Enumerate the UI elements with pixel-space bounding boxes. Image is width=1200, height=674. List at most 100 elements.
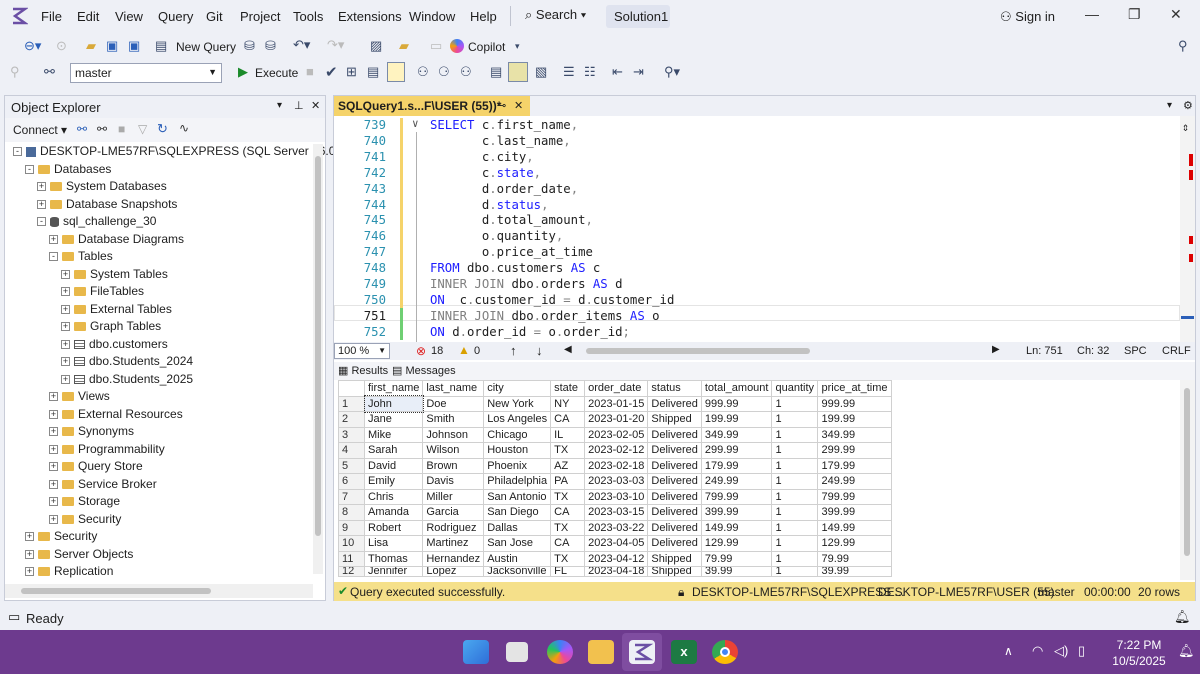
table-cell[interactable]: 1 bbox=[771, 566, 819, 577]
code-editor[interactable]: ∨ 739 SELECT c.first_name, 740 c.last_name… bbox=[334, 116, 1195, 342]
windows-start-icon[interactable] bbox=[463, 640, 489, 664]
tree-item[interactable]: - Tables bbox=[49, 249, 113, 266]
table-cell[interactable]: 249.99 bbox=[817, 473, 892, 490]
results-grid[interactable]: first_name last_name city state order_date st… bbox=[338, 380, 892, 577]
expand-toggle-icon[interactable]: + bbox=[49, 234, 58, 244]
table-cell[interactable]: 349.99 bbox=[817, 426, 892, 443]
new-query-button[interactable]: New Query bbox=[176, 40, 236, 54]
task-view-icon[interactable] bbox=[506, 642, 528, 662]
filter-icon[interactable]: ▽ bbox=[138, 122, 147, 136]
results-grid-button[interactable] bbox=[508, 62, 528, 82]
table-cell[interactable]: Houston bbox=[483, 442, 552, 459]
ssms-app-icon[interactable] bbox=[629, 640, 655, 664]
table-cell[interactable]: FL bbox=[550, 566, 586, 577]
error-count[interactable]: 18 bbox=[431, 345, 443, 357]
outdent-icon[interactable]: ⇤ bbox=[612, 64, 623, 80]
table-cell[interactable]: Delivered bbox=[647, 519, 702, 536]
chevron-up-icon[interactable]: ∧ bbox=[1004, 644, 1013, 658]
battery-icon[interactable]: ▯ bbox=[1078, 643, 1085, 659]
column-header[interactable]: city bbox=[483, 380, 552, 397]
table-cell[interactable]: 799.99 bbox=[700, 488, 773, 505]
collapse-toggle-icon[interactable]: - bbox=[13, 147, 22, 157]
zoom-select[interactable]: 100 % ▼ bbox=[334, 343, 390, 359]
table-cell[interactable]: 299.99 bbox=[817, 442, 892, 459]
file-explorer-icon[interactable] bbox=[588, 640, 614, 664]
column-header[interactable]: last_name bbox=[422, 380, 485, 397]
table-cell[interactable]: TX bbox=[550, 550, 586, 567]
table-cell[interactable]: 999.99 bbox=[817, 395, 892, 412]
table-cell[interactable]: Jane bbox=[363, 411, 424, 428]
tree-item[interactable]: + Query Store bbox=[49, 459, 143, 476]
query-db-icon[interactable]: ⛁ bbox=[244, 38, 255, 54]
table-cell[interactable]: 399.99 bbox=[700, 504, 773, 521]
undo-icon[interactable]: ↶▾ bbox=[293, 37, 310, 53]
scroll-left-icon[interactable]: ◀ bbox=[564, 344, 572, 355]
clock-time[interactable]: 7:22 PM bbox=[1114, 638, 1164, 652]
menu-query[interactable]: Query bbox=[158, 9, 193, 24]
expand-toggle-icon[interactable]: + bbox=[61, 374, 70, 384]
table-cell[interactable]: Dallas bbox=[483, 519, 552, 536]
table-cell[interactable]: Delivered bbox=[647, 395, 702, 412]
results-file-icon[interactable]: ▧ bbox=[535, 64, 547, 80]
table-cell[interactable]: 129.99 bbox=[700, 535, 773, 552]
database-select[interactable]: master ▼ bbox=[70, 63, 222, 83]
statistics-icon[interactable]: ⚇ bbox=[460, 64, 472, 80]
table-cell[interactable]: 39.99 bbox=[700, 566, 773, 577]
table-cell[interactable]: Brown bbox=[422, 457, 485, 474]
table-cell[interactable]: Delivered bbox=[647, 457, 702, 474]
table-cell[interactable]: 179.99 bbox=[700, 457, 773, 474]
table-cell[interactable]: 1 bbox=[771, 504, 819, 521]
chrome-icon[interactable] bbox=[712, 640, 738, 664]
tree-item[interactable]: + Security bbox=[25, 529, 97, 546]
tree-item[interactable]: + Database Snapshots bbox=[37, 197, 177, 214]
menu-edit[interactable]: Edit bbox=[77, 9, 99, 24]
tree-item[interactable]: + Security bbox=[49, 512, 121, 529]
close-panel-icon[interactable]: ✕ bbox=[311, 99, 320, 112]
expand-toggle-icon[interactable]: + bbox=[37, 199, 46, 209]
save-all-icon[interactable]: ▣ bbox=[128, 38, 140, 54]
stop-icon[interactable]: ■ bbox=[118, 122, 125, 136]
expand-toggle-icon[interactable]: + bbox=[61, 304, 70, 314]
expand-toggle-icon[interactable]: + bbox=[61, 339, 70, 349]
table-cell[interactable]: 1 bbox=[771, 473, 819, 490]
table-cell[interactable]: 2023-04-12 bbox=[584, 550, 649, 567]
stop-icon[interactable]: ■ bbox=[306, 64, 314, 79]
tree-item[interactable]: + External Resources bbox=[49, 407, 183, 424]
table-cell[interactable]: 299.99 bbox=[700, 442, 773, 459]
tree-item[interactable]: + System Databases bbox=[37, 179, 167, 196]
tree-vertical-scrollbar[interactable] bbox=[313, 144, 323, 574]
notification-bell-icon[interactable]: 🔔︎ bbox=[1178, 643, 1195, 659]
table-cell[interactable]: 999.99 bbox=[700, 395, 773, 412]
open-folder-icon[interactable]: ▰ bbox=[86, 38, 96, 54]
table-cell[interactable]: Los Angeles bbox=[483, 411, 552, 428]
copilot-button[interactable]: Copilot bbox=[468, 40, 505, 54]
tree-horizontal-scrollbar[interactable] bbox=[5, 584, 313, 598]
table-cell[interactable]: Robert bbox=[363, 519, 424, 536]
chevron-down-icon[interactable]: ▾ bbox=[277, 100, 282, 111]
toolbar-overflow-icon[interactable]: ▾ bbox=[515, 41, 520, 52]
table-cell[interactable]: 2023-03-22 bbox=[584, 519, 649, 536]
table-cell[interactable]: Sarah bbox=[363, 442, 424, 459]
connect-server-icon[interactable]: ⚯ bbox=[77, 122, 87, 136]
expand-toggle-icon[interactable]: + bbox=[61, 287, 70, 297]
tree-item[interactable]: + Programmability bbox=[49, 442, 165, 459]
tree-item[interactable]: + Server Objects bbox=[25, 547, 133, 564]
table-cell[interactable]: Delivered bbox=[647, 426, 702, 443]
save-icon[interactable]: ▣ bbox=[106, 38, 118, 54]
table-cell[interactable]: Delivered bbox=[647, 535, 702, 552]
scroll-right-icon[interactable]: ▶ bbox=[992, 344, 1000, 355]
table-cell[interactable]: 1 bbox=[771, 395, 819, 412]
wifi-icon[interactable]: ◠ bbox=[1032, 643, 1043, 659]
tree-item[interactable]: + FileTables bbox=[61, 284, 144, 301]
tab-results[interactable]: ▦ Results bbox=[338, 364, 388, 377]
table-cell[interactable]: Jennifer bbox=[363, 566, 424, 577]
table-cell[interactable]: 2023-04-05 bbox=[584, 535, 649, 552]
redo-icon[interactable]: ↷▾ bbox=[327, 37, 344, 53]
minimize-icon[interactable]: — bbox=[1085, 6, 1099, 22]
table-cell[interactable]: CA bbox=[550, 504, 586, 521]
arrow-up-icon[interactable]: ↑ bbox=[510, 343, 517, 358]
back-icon[interactable]: ⊖▾ bbox=[24, 38, 41, 54]
tree-item[interactable]: + Synonyms bbox=[49, 424, 134, 441]
table-cell[interactable]: CA bbox=[550, 411, 586, 428]
tree-item[interactable]: - Databases bbox=[25, 162, 111, 179]
